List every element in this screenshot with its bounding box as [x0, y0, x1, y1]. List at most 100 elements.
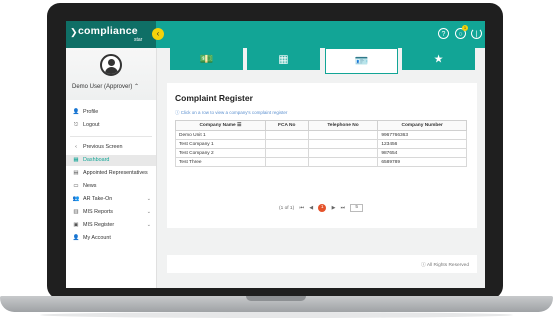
footer: ⓘ All Rights Reserved [167, 255, 477, 273]
collapse-sidebar-button[interactable]: ‹ [152, 28, 164, 40]
sidebar-item-logout[interactable]: ⎋ Logout [66, 120, 156, 131]
sidebar-item-label: MIS Register [83, 222, 115, 228]
tile-id-card[interactable]: 🪪 [325, 48, 398, 74]
cell-company-name: Demo Unit 1 [175, 130, 266, 140]
copyright-icon: ⓘ [420, 263, 426, 268]
money-icon: 💵 [199, 53, 214, 66]
cell-company-name: Test Company 1 [175, 139, 266, 149]
sidebar-item-label: Appointed Representatives [83, 170, 148, 176]
sidebar-item-label: MIS Reports [83, 209, 113, 215]
col-fca-no[interactable]: FCA No [264, 120, 309, 131]
sidebar-item-previous-screen[interactable]: ‹ Previous Screen [66, 142, 156, 153]
cell-fca-no [264, 157, 309, 167]
cell-telephone-no [307, 148, 379, 158]
page-size-select[interactable]: 5 [350, 204, 363, 212]
avatar-body [105, 67, 118, 74]
sidebar-item-label: Logout [83, 122, 100, 128]
info-hint-text: Click on a row to view a company's compl… [180, 110, 288, 115]
avatar[interactable] [100, 54, 122, 76]
sidebar-item-my-account[interactable]: 👤 My Account [66, 233, 156, 244]
cell-telephone-no [307, 130, 379, 140]
table-row[interactable]: Demo Unit 1 9967766363 [175, 130, 467, 140]
sidebar-item-label: My Account [83, 235, 111, 241]
star-icon: ★ [433, 53, 444, 66]
table-row[interactable]: Test Company 2 987654 [175, 148, 467, 158]
col-company-number[interactable]: Company Number [377, 120, 467, 131]
cell-company-name: Test Three [175, 157, 266, 167]
brand-name: compliance [78, 25, 138, 37]
last-page-button[interactable]: ⏭ [341, 205, 345, 211]
cell-fca-no [264, 139, 309, 149]
prev-page-button[interactable]: ◀ [309, 206, 313, 211]
username[interactable]: Demo User (Approver) ⌃ [72, 83, 139, 90]
chevron-down-icon: ⌄ [146, 209, 151, 215]
current-page-button[interactable]: 1 [318, 204, 327, 212]
reps-icon: ▤ [73, 170, 79, 176]
table-row[interactable]: Test Three 6589789 [175, 157, 467, 167]
col-company-name-label: Company Name [199, 123, 236, 128]
sidebar-item-ar-take-on[interactable]: 👥 AR Take-On ⌄ [66, 194, 156, 205]
sidebar-item-news[interactable]: ▭ News [66, 181, 156, 192]
cell-company-number: 9967766363 [377, 130, 467, 140]
cell-telephone-no [307, 157, 379, 167]
table-header-row: Company Name ☰ FCA No Telephone No Compa… [175, 120, 467, 131]
chevron-down-icon: ⌃ [134, 84, 140, 90]
account-icon: 👤 [72, 235, 80, 241]
sidebar: Demo User (Approver) ⌃ 👤 Profile ⎋ Logou… [66, 48, 157, 288]
dashboard-icon: ▦ [73, 157, 79, 163]
sidebar-item-dashboard[interactable]: ▦ Dashboard [66, 155, 156, 166]
sidebar-item-appointed-representatives[interactable]: ▤ Appointed Representatives [66, 168, 156, 179]
building-icon: ▦ [278, 53, 289, 66]
help-icon[interactable]: ? [438, 28, 449, 39]
cell-fca-no [264, 148, 309, 158]
cell-company-number: 6589789 [377, 157, 467, 167]
first-page-button[interactable]: ⏮ [300, 205, 304, 211]
tile-money[interactable]: 💵 [170, 48, 243, 70]
col-telephone-no[interactable]: Telephone No [307, 120, 379, 131]
chevron-down-icon: ⌄ [146, 222, 151, 228]
power-icon[interactable]: | [471, 28, 482, 39]
profile-area: Demo User (Approver) ⌃ [66, 48, 156, 100]
user-icon: 👤 [72, 109, 80, 115]
avatar-head [108, 59, 115, 66]
table-row[interactable]: Test Company 1 123456 [175, 139, 467, 149]
paginator: (1 of 1) ⏮ ◀ 1 ▶ ⏭ 5 [175, 204, 467, 214]
laptop-notch [246, 296, 306, 301]
tile-building[interactable]: ▦ [247, 48, 320, 70]
back-icon: ‹ [75, 144, 77, 150]
sidebar-item-label: News [83, 183, 97, 189]
complaint-register-panel: Complaint Register ⓘ Click on a row to v… [167, 83, 477, 228]
info-hint: ⓘ Click on a row to view a company's com… [175, 110, 287, 116]
chevron-down-icon: ⌄ [146, 196, 151, 202]
complaint-table: Company Name ☰ FCA No Telephone No Compa… [175, 120, 467, 167]
next-page-button[interactable]: ▶ [332, 206, 336, 211]
brand-sub: star [134, 37, 143, 43]
pager-info: (1 of 1) [279, 205, 295, 211]
top-bar [156, 21, 485, 48]
col-company-name[interactable]: Company Name ☰ [175, 120, 266, 131]
laptop-shadow [40, 312, 513, 318]
info-icon: ⓘ [175, 110, 180, 115]
cell-fca-no [264, 130, 309, 140]
cell-company-number: 987654 [377, 148, 467, 158]
page-title: Complaint Register [175, 93, 253, 103]
sidebar-item-label: AR Take-On [83, 196, 113, 202]
sidebar-item-profile[interactable]: 👤 Profile [66, 107, 156, 118]
sidebar-item-label: Dashboard [83, 157, 110, 163]
footer-text-label: All Rights Reserved [426, 263, 469, 268]
sidebar-divider [70, 136, 152, 137]
sidebar-item-label: Previous Screen [83, 144, 123, 150]
notification-badge: 1 [462, 25, 468, 31]
sidebar-item-mis-reports[interactable]: ▥ MIS Reports ⌄ [66, 207, 156, 218]
brand-bar: ❯ compliance star [66, 21, 156, 48]
footer-text: ⓘ All Rights Reserved [421, 261, 469, 268]
register-icon: ▣ [73, 222, 79, 228]
filter-icon[interactable]: ☰ [237, 123, 241, 128]
sidebar-item-mis-register[interactable]: ▣ MIS Register ⌄ [66, 220, 156, 231]
users-icon: 👥 [72, 196, 80, 202]
tile-star[interactable]: ★ [402, 48, 475, 70]
id-card-icon: 🪪 [354, 55, 369, 68]
cell-company-name: Test Company 2 [175, 148, 266, 158]
username-label: Demo User (Approver) [72, 84, 133, 90]
brand-chevron-icon: ❯ [70, 27, 78, 37]
